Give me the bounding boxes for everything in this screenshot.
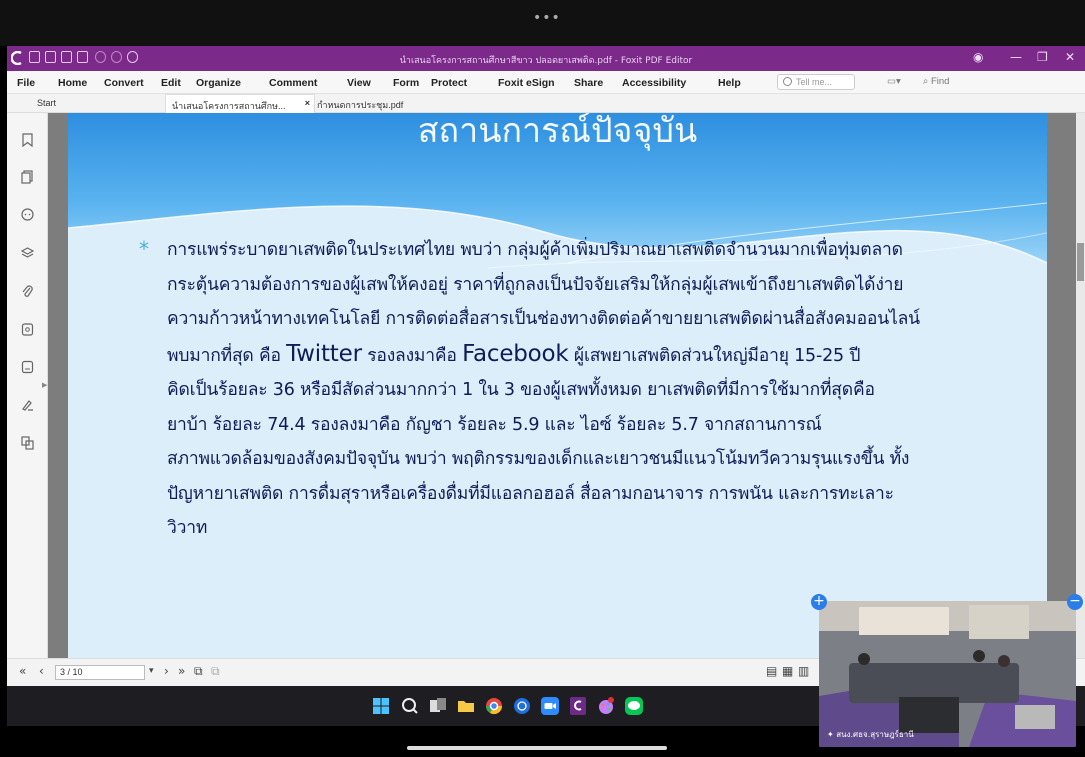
- menu-home[interactable]: Home: [58, 77, 87, 89]
- bullet-asterisk-icon: *: [139, 237, 149, 261]
- bookmark-icon[interactable]: [21, 133, 34, 147]
- facing-view-icon[interactable]: ▥: [798, 664, 809, 678]
- slide-paragraph: การแพร่ระบาดยาเสพติดในประเทศไทย พบว่า กล…: [167, 233, 1037, 546]
- task-view-icon[interactable]: [428, 696, 448, 716]
- find-box[interactable]: ▭▾: [887, 76, 901, 87]
- zoom-meeting-icon[interactable]: [540, 696, 560, 716]
- account-icon[interactable]: ◉: [973, 50, 983, 64]
- page-indicator: 3 / 10: [60, 667, 83, 677]
- pane-expand-arrow[interactable]: ▶: [42, 381, 47, 389]
- paragraph-line: วิวาท: [167, 518, 208, 538]
- home-indicator[interactable]: [407, 746, 667, 750]
- minimize-video-button[interactable]: −: [1067, 594, 1083, 610]
- compare-icon[interactable]: [21, 436, 34, 450]
- menu-help[interactable]: Help: [718, 77, 741, 89]
- paragraph-line: การแพร่ระบาดยาเสพติดในประเทศไทย พบว่า กล…: [167, 240, 903, 260]
- line-app-icon[interactable]: [624, 696, 644, 716]
- participant-name: สนง.ศธจ.สุราษฎร์ธานี: [836, 730, 914, 739]
- paragraph-line-social: พบมากที่สุด คือ Twitter รองลงมาคือ Faceb…: [167, 337, 1037, 374]
- navigation-pane: ▶: [7, 113, 48, 658]
- menu-convert[interactable]: Convert: [104, 77, 144, 89]
- lightbulb-icon: [783, 77, 792, 86]
- document-view: สถานการณ์ปัจจุบัน * การแพร่ระบาดยาเสพติด…: [48, 113, 1085, 658]
- screen: ••• นำเสนอโครงการสถานศึกษาสีขาว ปลอดยาเส…: [0, 0, 1085, 757]
- tell-me-placeholder: Tell me...: [796, 77, 833, 87]
- menu-accessibility[interactable]: Accessibility: [622, 77, 686, 89]
- layers-icon[interactable]: [21, 246, 34, 260]
- facebook-text: Facebook: [462, 340, 569, 367]
- extract-page-icon[interactable]: ⧉: [194, 664, 203, 679]
- add-participant-button[interactable]: +: [811, 594, 827, 610]
- paragraph-line: ยาบ้า ร้อยละ 74.4 รองลงมาคือ กัญชา ร้อยล…: [167, 414, 822, 435]
- pdf-page: สถานการณ์ปัจจุบัน * การแพร่ระบาดยาเสพติด…: [68, 113, 1047, 658]
- title-bar: นำเสนอโครงการสถานศึกษาสีขาว ปลอดยาเสพติด…: [7, 46, 1085, 71]
- menu-comment[interactable]: Comment: [269, 77, 317, 89]
- menu-edit[interactable]: Edit: [161, 77, 181, 89]
- browser-icon[interactable]: [512, 696, 532, 716]
- minimize-button[interactable]: —: [1010, 50, 1022, 64]
- paragraph-line: ความก้าวหน้าทางเทคโนโลยี การติดต่อสื่อสา…: [167, 309, 920, 329]
- paragraph-line: คิดเป็นร้อยละ 36 หรือมีสัดส่วนมากกว่า 1 …: [167, 380, 875, 400]
- scrollbar-thumb[interactable]: [1077, 243, 1084, 281]
- first-page-icon[interactable]: «: [19, 664, 26, 678]
- vertical-scrollbar[interactable]: [1076, 113, 1085, 658]
- tab-start[interactable]: Start: [37, 98, 56, 108]
- menu-view[interactable]: View: [347, 77, 371, 89]
- paragraph-line: ปัญหายาเสพติด การดื่มสุราหรือเครื่องดื่ม…: [167, 483, 894, 504]
- find-input[interactable]: ⌕ Find: [923, 76, 949, 87]
- windows-start-icon[interactable]: [371, 696, 391, 716]
- tab-close-icon[interactable]: ×: [305, 98, 310, 108]
- tab-active-document[interactable]: นำเสนอโครงการสถานศึกษ... ×: [165, 94, 315, 113]
- paragraph-line: กระตุ้นความต้องการของผู้เสพให้คงอยู่ ราค…: [167, 274, 904, 295]
- meeting-room-video: [819, 601, 1076, 747]
- document-tab-bar: Start นำเสนอโครงการสถานศึกษ... × กำหนดกา…: [7, 94, 1085, 113]
- line-segment: พบมากที่สุด คือ: [167, 345, 287, 366]
- close-button[interactable]: ✕: [1065, 50, 1075, 64]
- file-explorer-icon[interactable]: [456, 696, 476, 716]
- chrome-icon[interactable]: [484, 696, 504, 716]
- participant-label: ✦ สนง.ศธจ.สุราษฎร์ธานี: [827, 730, 914, 739]
- pages-icon[interactable]: [21, 170, 34, 184]
- line-segment: รองลงมาคือ: [361, 345, 463, 366]
- twitter-text: Twitter: [286, 340, 362, 367]
- security-icon[interactable]: [21, 322, 34, 336]
- menu-organize[interactable]: Organize: [196, 77, 241, 89]
- tab-second-document[interactable]: กำหนดการประชุม.pdf: [317, 98, 403, 112]
- restore-button[interactable]: ❐: [1037, 50, 1048, 64]
- video-call-overlay[interactable]: ✦ สนง.ศธจ.สุราษฎร์ธานี: [819, 601, 1076, 747]
- page-number-input[interactable]: 3 / 10: [55, 665, 145, 680]
- menu-bar: File Home Convert Edit Organize Comment …: [7, 71, 1085, 94]
- menu-file[interactable]: File: [17, 77, 35, 89]
- paragraph-line: สภาพแวดล้อมของสังคมปัจจุบัน พบว่า พฤติกร…: [167, 449, 910, 469]
- multitask-indicator[interactable]: •••: [533, 10, 561, 26]
- page-dropdown-icon[interactable]: ▾: [149, 666, 154, 676]
- paint-icon[interactable]: [596, 696, 616, 716]
- single-page-view-icon[interactable]: ▤: [766, 664, 777, 678]
- tab-active-label: นำเสนอโครงการสถานศึกษ...: [172, 101, 286, 111]
- foxit-taskbar-icon[interactable]: [568, 696, 588, 716]
- continuous-view-icon[interactable]: ▦: [782, 664, 793, 678]
- menu-foxit-esign[interactable]: Foxit eSign: [498, 77, 555, 89]
- form-fields-icon[interactable]: [21, 360, 34, 374]
- slide-title: สถานการณ์ปัจจุบัน: [417, 113, 698, 151]
- menu-share[interactable]: Share: [574, 77, 603, 89]
- line-segment: ผู้เสพยาเสพติดส่วนใหญ่มีอายุ 15-25 ปี: [568, 345, 861, 366]
- find-placeholder: Find: [930, 76, 950, 87]
- search-icon[interactable]: [400, 696, 420, 716]
- signature-icon[interactable]: [21, 398, 34, 412]
- attachment-icon[interactable]: [21, 284, 34, 298]
- next-page-icon[interactable]: ›: [164, 664, 169, 678]
- menu-form[interactable]: Form: [393, 77, 419, 89]
- last-page-icon[interactable]: »: [178, 664, 185, 678]
- comments-icon[interactable]: [21, 208, 34, 222]
- tell-me-search[interactable]: Tell me...: [777, 74, 855, 90]
- device-top-bar: •••: [0, 0, 1085, 46]
- foxit-pdf-editor-window: นำเสนอโครงการสถานศึกษาสีขาว ปลอดยาเสพติด…: [7, 46, 1085, 686]
- insert-page-icon[interactable]: ⧉: [211, 664, 220, 679]
- previous-page-icon[interactable]: ‹: [39, 664, 44, 678]
- window-title: นำเสนอโครงการสถานศึกษาสีขาว ปลอดยาเสพติด…: [399, 56, 693, 66]
- menu-protect[interactable]: Protect: [431, 77, 467, 89]
